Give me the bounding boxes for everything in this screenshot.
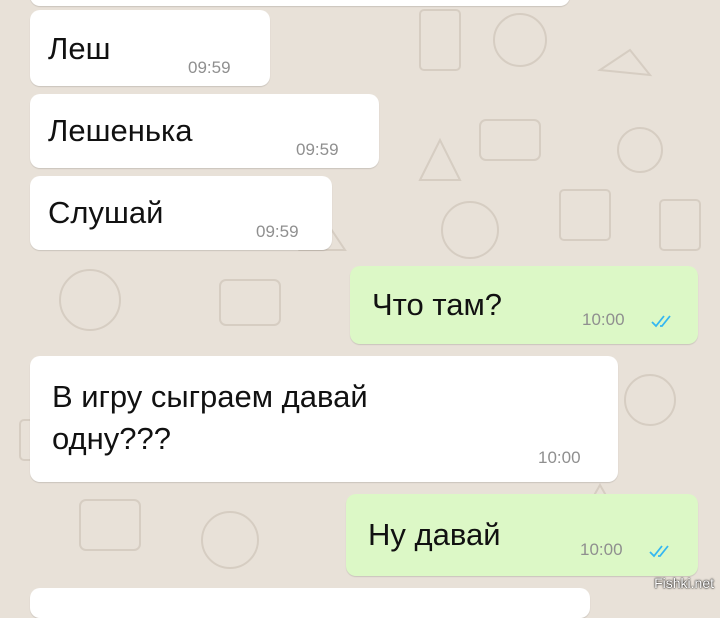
message-time: 09:59 (188, 58, 231, 77)
message-bubble-outgoing[interactable]: Что там? 10:00 (350, 266, 698, 344)
double-check-icon (651, 315, 671, 328)
previous-message-bubble (30, 0, 570, 6)
message-bubble-incoming[interactable]: Лешенька 09:59 (30, 94, 379, 168)
message-time: 10:00 (582, 310, 625, 329)
message-text: Ну давай (368, 517, 501, 552)
message-text-line-2: одну??? (52, 421, 171, 456)
message-text: Лешенька (48, 113, 193, 148)
message-bubble-incoming[interactable]: Слушай 09:59 (30, 176, 332, 250)
message-bubble-incoming[interactable]: В игру сыграем давай одну??? 10:00 (30, 356, 618, 482)
message-text-line-1: В игру сыграем давай (52, 379, 368, 414)
message-time: 09:59 (296, 140, 339, 159)
message-text: Леш (48, 31, 111, 66)
message-text: Слушай (48, 195, 164, 230)
message-bubble-incoming[interactable]: Леш 09:59 (30, 10, 270, 86)
message-time: 10:00 (580, 540, 623, 559)
message-bubble-outgoing[interactable]: Ну давай 10:00 (346, 494, 698, 576)
message-text: Что там? (372, 287, 503, 322)
message-time: 10:00 (538, 448, 581, 467)
next-message-bubble (30, 588, 590, 618)
watermark: Fishki.net (654, 575, 714, 591)
double-check-icon (649, 545, 669, 558)
message-time: 09:59 (256, 222, 299, 241)
